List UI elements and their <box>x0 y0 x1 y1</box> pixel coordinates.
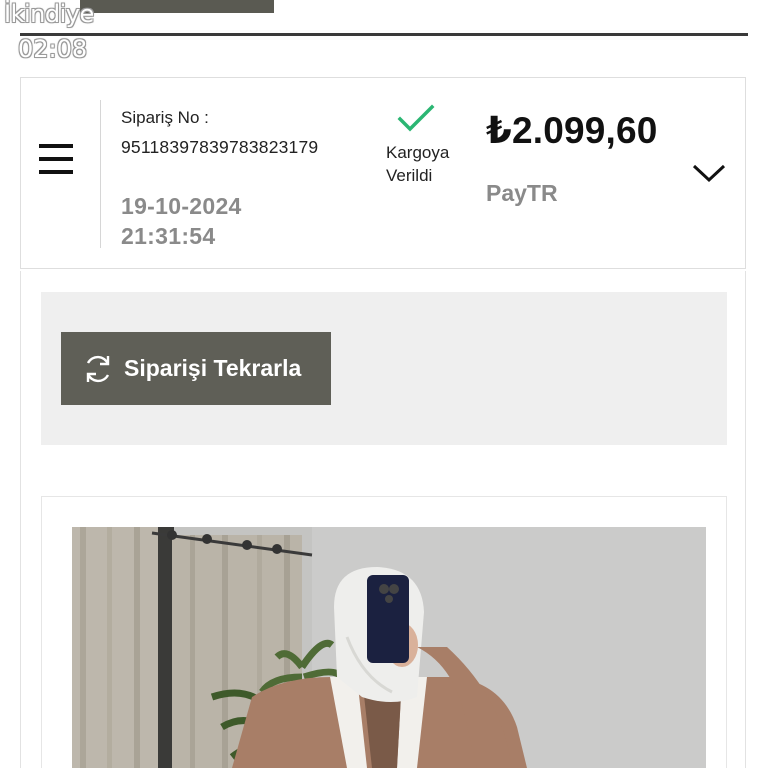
status-line-1: Kargoya <box>386 143 450 162</box>
status-line-2: Verildi <box>386 166 433 185</box>
refresh-icon <box>86 355 110 382</box>
product-image[interactable] <box>72 527 706 768</box>
order-number: 95118397839783823179 <box>121 137 319 157</box>
order-status: Kargoya Verildi <box>386 141 449 187</box>
header-divider <box>20 33 748 36</box>
chevron-down-icon[interactable] <box>691 162 727 184</box>
order-number-label: Sipariş No : <box>121 108 209 127</box>
payment-method: PayTR <box>486 180 558 206</box>
card-divider <box>100 100 101 248</box>
repeat-order-label: Siparişi Tekrarla <box>124 355 302 381</box>
prayer-time-title: İkindiye <box>4 0 94 28</box>
order-price: ₺2.099,60 <box>486 110 658 151</box>
checkmark-icon <box>397 104 435 132</box>
hamburger-menu-icon[interactable] <box>39 144 73 174</box>
order-date: 19-10-2024 <box>121 193 242 219</box>
order-card: Sipariş No : 95118397839783823179 19-10-… <box>20 77 746 269</box>
prayer-time-countdown: 02:08 <box>18 35 88 63</box>
top-bar-fragment <box>80 0 274 13</box>
repeat-order-button[interactable]: Siparişi Tekrarla <box>61 332 331 405</box>
order-time: 21:31:54 <box>121 223 216 249</box>
order-history-page: İkindiye 02:08 Sipariş No : 951183978397… <box>0 0 768 768</box>
